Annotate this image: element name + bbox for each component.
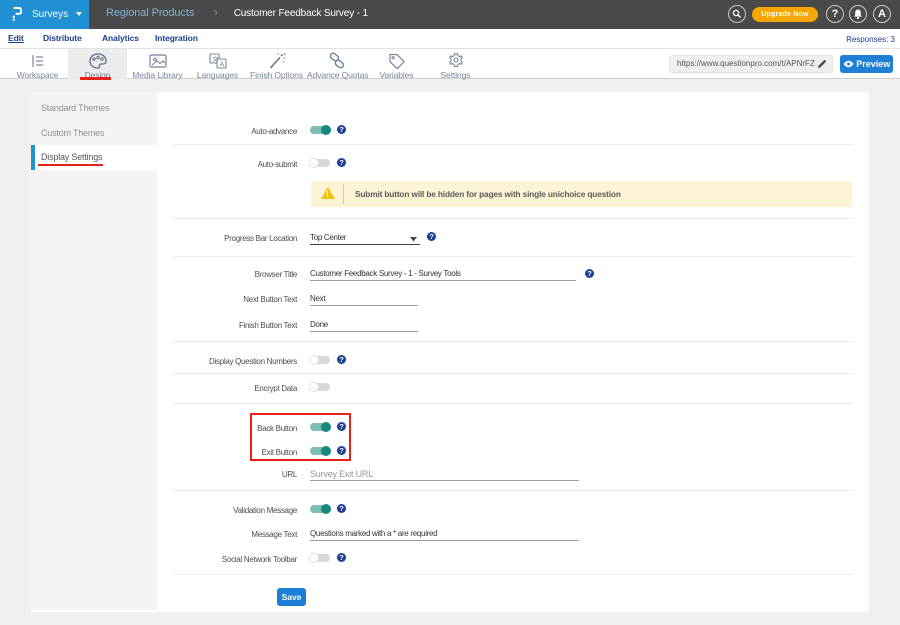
svg-text:文: 文	[212, 54, 219, 63]
svg-text:A: A	[219, 62, 224, 69]
